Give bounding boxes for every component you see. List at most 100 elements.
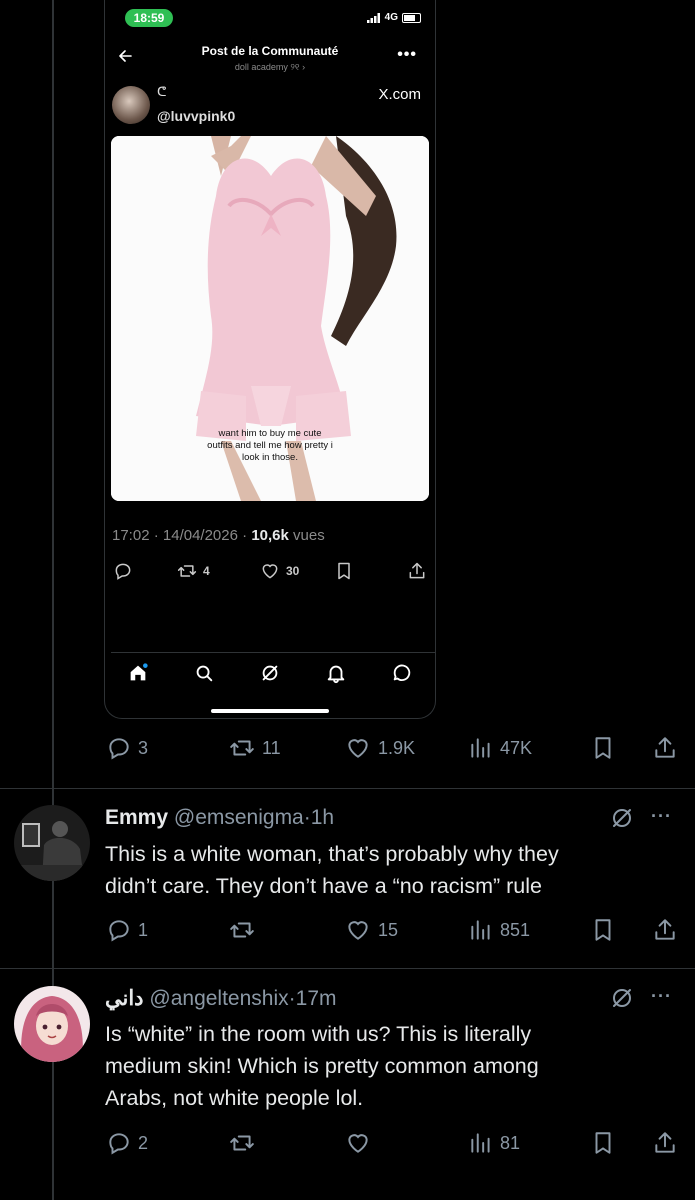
share-button[interactable]	[652, 735, 678, 761]
more-options-icon[interactable]: •••	[397, 46, 417, 64]
phone-like-button[interactable]: 30	[260, 561, 299, 581]
views-count: 81	[500, 1132, 521, 1153]
more-icon[interactable]: ···	[651, 806, 672, 827]
share-icon	[655, 737, 675, 758]
post-time: 17:02	[112, 527, 150, 544]
grok-icon[interactable]	[610, 986, 634, 1010]
tab-bar-divider	[111, 652, 435, 653]
timestamp[interactable]: 1h	[311, 806, 334, 829]
reply-icon	[109, 920, 129, 942]
views-count: 47K	[500, 737, 533, 758]
handle[interactable]: @angeltenshix	[149, 987, 288, 1010]
bookmark-button[interactable]	[590, 735, 616, 761]
tab-home[interactable]	[127, 662, 149, 684]
views-button[interactable]: 47K	[468, 735, 532, 761]
timestamp[interactable]: 17m	[296, 987, 337, 1010]
share-icon	[655, 1132, 675, 1153]
like-button[interactable]: 1.9K	[344, 735, 415, 761]
avatar[interactable]	[14, 805, 90, 881]
source-label: X.com	[378, 86, 421, 103]
phone-bookmark-button[interactable]	[334, 561, 354, 581]
signal-icon	[366, 12, 380, 23]
repost-icon	[230, 740, 254, 756]
display-name[interactable]: داني	[105, 987, 144, 1010]
divider	[0, 968, 695, 969]
grok-icon	[262, 665, 278, 681]
reply-button[interactable]: 1	[106, 917, 148, 943]
post-image[interactable]: want him to buy me cute outfits and tell…	[111, 136, 429, 501]
phone-repost-button[interactable]: 4	[177, 561, 210, 581]
reply-icon	[109, 1133, 129, 1155]
heart-icon	[348, 739, 368, 758]
repost-button[interactable]	[228, 1130, 262, 1156]
reply-count: 1	[138, 919, 149, 940]
phone-share-button[interactable]	[407, 561, 427, 581]
network-label: 4G	[384, 12, 398, 23]
avatar-image	[14, 986, 90, 1062]
repost-button[interactable]: 11	[228, 735, 281, 761]
messages-icon	[393, 664, 411, 682]
bookmark-button[interactable]	[590, 917, 616, 943]
reply-icon	[109, 738, 129, 760]
views-icon	[471, 920, 490, 940]
handle[interactable]: @emsenigma	[174, 806, 304, 829]
like-count: 30	[286, 564, 300, 578]
home-indicator	[211, 709, 329, 713]
more-icon[interactable]: ···	[651, 986, 672, 1007]
reply-button[interactable]: 3	[106, 735, 148, 761]
views-icon	[471, 738, 490, 758]
tab-notifications[interactable]	[325, 662, 347, 684]
views-icon	[471, 1133, 490, 1153]
divider	[0, 788, 695, 789]
bookmark-button[interactable]	[590, 1130, 616, 1156]
reply-count: 2	[138, 1132, 149, 1153]
tab-search[interactable]	[193, 662, 215, 684]
reply-count: 3	[138, 737, 149, 758]
phone-reply-button[interactable]	[113, 561, 133, 581]
repost-button[interactable]	[228, 917, 262, 943]
share-button[interactable]	[652, 917, 678, 943]
bookmark-icon	[595, 737, 611, 759]
bookmark-icon	[595, 919, 611, 941]
reply-text: This is a white woman, that’s probably w…	[105, 842, 559, 898]
reply-header: Emmy @emsenigma·1h	[105, 806, 335, 829]
reply-header: داني @angeltenshix·17m	[105, 987, 337, 1010]
reply-text: Is “white” in the room with us? This is …	[105, 1022, 539, 1110]
views-button[interactable]: 851	[468, 917, 530, 943]
like-button[interactable]	[344, 1130, 378, 1156]
status-bar-right: 4G	[366, 12, 421, 23]
community-subtitle[interactable]: doll academy ୨୧ ›	[105, 62, 435, 73]
views-count: 10,6k	[251, 527, 289, 544]
heart-icon	[348, 1134, 368, 1153]
views-count: 851	[500, 919, 531, 940]
repost-count: 11	[262, 737, 281, 758]
display-name[interactable]: Emmy	[105, 806, 168, 829]
tab-grok[interactable]	[259, 662, 281, 684]
reply-icon	[115, 563, 131, 580]
reply-button[interactable]: 2	[106, 1130, 148, 1156]
search-icon	[196, 665, 213, 682]
share-icon	[655, 919, 675, 940]
views-button[interactable]: 81	[468, 1130, 520, 1156]
avatar-image	[14, 805, 90, 881]
avatar[interactable]	[14, 986, 90, 1062]
tab-messages[interactable]	[391, 662, 413, 684]
repost-count: 4	[203, 564, 210, 578]
image-caption: want him to buy me cute outfits and tell…	[207, 428, 333, 463]
author-avatar[interactable]	[112, 86, 150, 124]
repost-icon	[230, 922, 254, 938]
like-count: 1.9K	[378, 737, 416, 758]
grok-icon[interactable]	[610, 806, 634, 830]
views-label: vues	[293, 527, 325, 544]
heart-icon	[262, 564, 278, 579]
like-count: 15	[378, 919, 399, 940]
post-date: 14/04/2026	[162, 527, 238, 544]
battery-icon	[402, 12, 421, 23]
home-icon	[130, 663, 148, 681]
like-button[interactable]: 15	[344, 917, 398, 943]
bookmark-icon	[338, 562, 350, 580]
share-button[interactable]	[652, 1130, 678, 1156]
author-handle[interactable]: @luvvpink0	[157, 108, 235, 124]
repost-icon	[177, 565, 197, 577]
repost-icon	[230, 1135, 254, 1151]
